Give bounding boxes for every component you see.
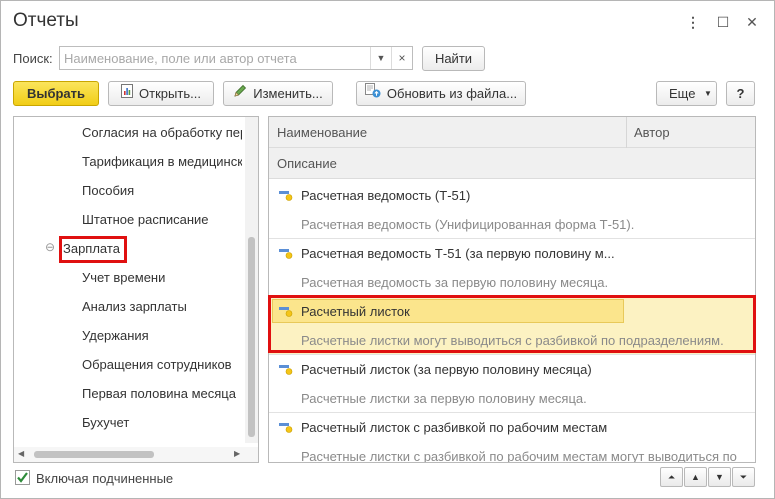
open-button[interactable]: Открыть... <box>108 81 214 106</box>
report-description: Расчетная ведомость (Унифицированная фор… <box>301 217 635 232</box>
tree-vscrollbar[interactable] <box>245 117 258 443</box>
reports-window: Отчеты ⋮ ☐ ✕ Поиск: ▼ × Найти Выбрать От… <box>0 0 775 499</box>
edit-button-label: Изменить... <box>253 86 323 101</box>
report-description: Расчетная ведомость за первую половину м… <box>301 275 609 290</box>
column-description[interactable]: Описание <box>277 156 337 171</box>
reports-grid[interactable]: Наименование Автор Описание Расчетная ве… <box>268 116 756 463</box>
search-label: Поиск: <box>13 51 53 66</box>
more-actions-icon[interactable]: ⋮ <box>683 11 703 33</box>
table-row[interactable]: Расчетный листок с разбивкой по рабочим … <box>269 412 755 463</box>
update-file-icon <box>364 82 381 105</box>
search-input[interactable] <box>64 50 364 66</box>
clear-icon[interactable]: × <box>391 47 412 69</box>
more-button[interactable]: Еще ▼ <box>656 81 717 106</box>
report-title: Расчетный листок с разбивкой по рабочим … <box>301 420 608 435</box>
groups-tree[interactable]: Согласия на обработку персональных данны… <box>13 116 259 463</box>
scroll-right-icon[interactable]: ▶ <box>234 449 240 458</box>
tree-item-benefits[interactable]: Пособия <box>82 183 242 198</box>
search-dropdown-icon[interactable]: ▼ <box>370 47 391 69</box>
help-button[interactable]: ? <box>726 81 755 106</box>
scroll-left-icon[interactable]: ◀ <box>18 449 24 458</box>
update-from-file-label: Обновить из файла... <box>386 86 518 101</box>
tree-hscrollbar[interactable]: ◀ ▶ <box>14 447 258 462</box>
table-row[interactable]: Расчетный листок (за первую половину мес… <box>269 354 755 412</box>
report-description: Расчетные листки за первую половину меся… <box>301 391 587 406</box>
table-row[interactable]: Расчетная ведомость Т-51 (за первую поло… <box>269 238 755 296</box>
tree-item-deductions[interactable]: Удержания <box>82 328 242 343</box>
move-first-button[interactable]: ⏶ <box>660 467 683 487</box>
tree-item-time-tracking[interactable]: Учет времени <box>82 270 242 285</box>
column-author[interactable]: Автор <box>634 125 670 140</box>
update-from-file-button[interactable]: Обновить из файла... <box>356 81 526 106</box>
collapse-icon[interactable]: ⊖ <box>45 240 55 254</box>
report-title: Расчетная ведомость Т-51 (за первую поло… <box>301 246 615 261</box>
table-row[interactable]: Расчетная ведомость (Т-51) Расчетная вед… <box>269 180 755 238</box>
report-title: Расчетный листок (за первую половину мес… <box>301 362 592 377</box>
window-title: Отчеты <box>13 10 79 31</box>
tree-hscroll-thumb[interactable] <box>34 451 154 458</box>
report-item-icon <box>279 423 293 433</box>
checkmark-icon <box>17 472 28 483</box>
tree-item-consents[interactable]: Согласия на обработку персональных данны… <box>82 125 242 140</box>
highlight-selected-report <box>268 295 756 353</box>
open-button-label: Открыть... <box>139 86 201 101</box>
grid-header-row: Наименование Автор <box>269 117 755 148</box>
report-icon <box>121 82 134 105</box>
select-button[interactable]: Выбрать <box>13 81 99 106</box>
search-field[interactable]: ▼ × <box>59 46 413 70</box>
move-down-button[interactable]: ▼ <box>708 467 731 487</box>
grid-subheader-row: Описание <box>269 148 755 179</box>
column-name[interactable]: Наименование <box>277 125 367 140</box>
include-subordinate-label[interactable]: Включая подчиненные <box>36 471 173 486</box>
chevron-down-icon: ▼ <box>704 89 712 98</box>
report-item-icon <box>279 249 293 259</box>
tree-item-first-half[interactable]: Первая половина месяца <box>82 386 242 401</box>
tree-item-employee-requests[interactable]: Обращения сотрудников <box>82 357 242 372</box>
report-item-icon <box>279 191 293 201</box>
more-button-label: Еще <box>669 86 696 101</box>
pencil-icon <box>233 82 247 105</box>
include-subordinate-checkbox[interactable] <box>15 470 30 485</box>
report-title: Расчетная ведомость (Т-51) <box>301 188 471 203</box>
tree-item-salary-analysis[interactable]: Анализ зарплаты <box>82 299 242 314</box>
edit-button[interactable]: Изменить... <box>223 81 333 106</box>
move-up-button[interactable]: ▲ <box>684 467 707 487</box>
tree-item-staff-schedule[interactable]: Штатное расписание <box>82 212 242 227</box>
tree-vscroll-thumb[interactable] <box>248 237 255 437</box>
highlight-salary <box>59 236 127 263</box>
report-item-icon <box>279 365 293 375</box>
close-icon[interactable]: ✕ <box>742 11 762 33</box>
column-divider <box>626 117 627 148</box>
maximize-icon[interactable]: ☐ <box>713 11 733 33</box>
tree-item-tariffication[interactable]: Тарификация в медицинских учреждениях <box>82 154 242 169</box>
tree-item-accounting[interactable]: Бухучет <box>82 415 242 430</box>
find-button[interactable]: Найти <box>422 46 485 71</box>
report-description: Расчетные листки с разбивкой по рабочим … <box>301 449 737 463</box>
move-last-button[interactable]: ⏷ <box>732 467 755 487</box>
